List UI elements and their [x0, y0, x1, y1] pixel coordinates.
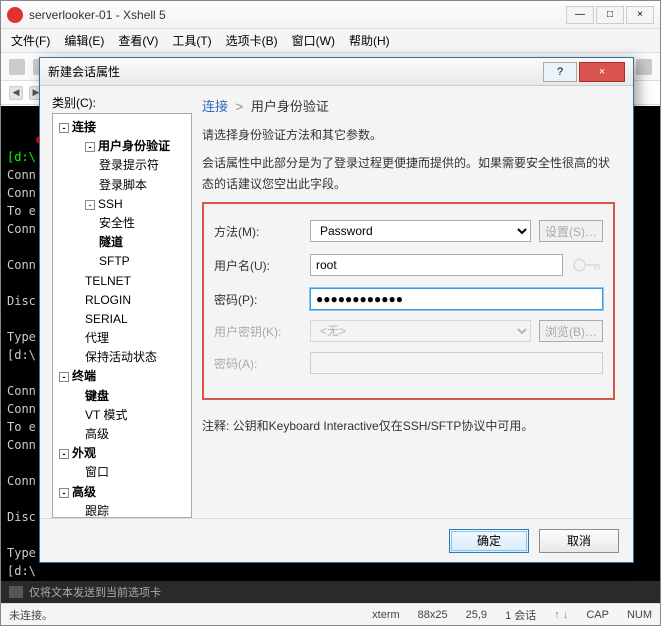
status-pos: 25,9 [466, 609, 487, 621]
method-select[interactable]: Password [310, 220, 531, 242]
category-tree[interactable]: -连接 -用户身份验证 登录提示符 登录脚本 -SSH 安全性 隧道 SFTP … [52, 113, 192, 518]
desc-line2: 会话属性中此部分是为了登录过程更便捷而提供的。如果需要安全性很高的状态的话建议您… [202, 153, 615, 194]
minimize-button[interactable]: — [566, 6, 594, 24]
toolbar-icon-1[interactable] [9, 59, 25, 75]
send-icon [9, 586, 23, 598]
content-panel: 连接 > 用户身份验证 请选择身份验证方法和其它参数。 会话属性中此部分是为了登… [202, 94, 621, 518]
status-connection: 未连接。 [9, 607, 53, 623]
menu-file[interactable]: 文件(F) [11, 32, 50, 49]
menu-help[interactable]: 帮助(H) [349, 32, 390, 49]
menu-window[interactable]: 窗口(W) [292, 32, 335, 49]
desc-line1: 请选择身份验证方法和其它参数。 [202, 125, 615, 145]
status-sess: 1 会话 [505, 607, 536, 623]
tree-window: 窗口 [55, 463, 189, 482]
toolbar-icon-r[interactable] [636, 59, 652, 75]
tree-telnet: TELNET [55, 272, 189, 291]
tree-serial: SERIAL [55, 310, 189, 329]
method-label: 方法(M): [214, 223, 310, 240]
send-bar-text: 仅将文本发送到当前选项卡 [29, 584, 161, 600]
breadcrumb-connection[interactable]: 连接 [202, 99, 228, 114]
window-title: serverlooker-01 - Xshell 5 [29, 8, 566, 22]
passphrase-label: 密码(A): [214, 355, 310, 372]
key-icon [571, 252, 603, 278]
tree-auth: -用户身份验证 [55, 137, 189, 156]
userkey-label: 用户密钥(K): [214, 323, 310, 340]
terminal-output: Conn Conn To e Conn Conn Disc Type [d:\ … [7, 168, 36, 578]
tree-vtmode: VT 模式 [55, 406, 189, 425]
main-title-bar: serverlooker-01 - Xshell 5 — □ × [1, 1, 660, 29]
dialog-close-button[interactable]: × [579, 62, 625, 82]
tree-trace: 跟踪 [55, 502, 189, 518]
cancel-button[interactable]: 取消 [539, 529, 619, 553]
tree-proxy: 代理 [55, 329, 189, 348]
menu-tabs[interactable]: 选项卡(B) [226, 32, 278, 49]
tree-advanced2: -高级 [55, 483, 189, 502]
main-window: serverlooker-01 - Xshell 5 — □ × 文件(F) 编… [0, 0, 661, 626]
dialog-title: 新建会话属性 [48, 63, 541, 80]
username-label: 用户名(U): [214, 257, 310, 274]
app-icon [7, 7, 23, 23]
tree-login-script: 登录脚本 [55, 176, 189, 195]
menu-edit[interactable]: 编辑(E) [64, 32, 104, 49]
ok-button[interactable]: 确定 [449, 529, 529, 553]
close-button[interactable]: × [626, 6, 654, 24]
passphrase-input [310, 352, 603, 374]
dialog-title-bar: 新建会话属性 ? × [40, 58, 633, 86]
status-cap: CAP [586, 609, 609, 621]
category-label: 类别(C): [52, 94, 192, 111]
tree-login-prompt: 登录提示符 [55, 156, 189, 175]
send-bar[interactable]: 仅将文本发送到当前选项卡 [1, 581, 660, 603]
username-input[interactable] [310, 254, 563, 276]
breadcrumb-auth: 用户身份验证 [251, 99, 329, 114]
status-term: xterm [372, 609, 400, 621]
tree-appearance: -外观 [55, 444, 189, 463]
tree-security: 安全性 [55, 214, 189, 233]
password-label: 密码(P): [214, 291, 310, 308]
tree-ssh: -SSH [55, 195, 189, 214]
password-input[interactable] [310, 288, 603, 310]
status-num: NUM [627, 609, 652, 621]
tree-keyboard: 键盘 [55, 387, 189, 406]
highlighted-section: 方法(M): Password 设置(S)… 用户名(U): [202, 202, 615, 400]
dialog-help-button[interactable]: ? [543, 62, 577, 82]
tree-advanced: 高级 [55, 425, 189, 444]
browse-button: 浏览(B)… [539, 320, 603, 342]
tree-connection: -连接 [55, 118, 189, 137]
session-properties-dialog: 新建会话属性 ? × 类别(C): -连接 -用户身份验证 登录提示符 登录脚本… [39, 57, 634, 563]
back-icon[interactable]: ◀ [9, 86, 23, 100]
maximize-button[interactable]: □ [596, 6, 624, 24]
menu-tools[interactable]: 工具(T) [172, 32, 211, 49]
dialog-footer: 确定 取消 [40, 518, 633, 562]
protocol-note: 注释: 公钥和Keyboard Interactive仅在SSH/SFTP协议中… [202, 416, 615, 436]
userkey-select: <无> [310, 320, 531, 342]
tree-tunnel: 隧道 [55, 233, 189, 252]
tree-keepalive: 保持活动状态 [55, 348, 189, 367]
menu-view[interactable]: 查看(V) [118, 32, 158, 49]
settings-button: 设置(S)… [539, 220, 603, 242]
menu-bar: 文件(F) 编辑(E) 查看(V) 工具(T) 选项卡(B) 窗口(W) 帮助(… [1, 29, 660, 53]
breadcrumb: 连接 > 用户身份验证 [202, 94, 615, 125]
terminal-prompt: [d:\ [7, 150, 36, 164]
tree-terminal: -终端 [55, 367, 189, 386]
tree-rlogin: RLOGIN [55, 291, 189, 310]
status-size: 88x25 [418, 609, 448, 621]
tree-sftp: SFTP [55, 252, 189, 271]
status-bar: 未连接。 xterm 88x25 25,9 1 会话 ↑ ↓ CAP NUM [1, 603, 660, 625]
